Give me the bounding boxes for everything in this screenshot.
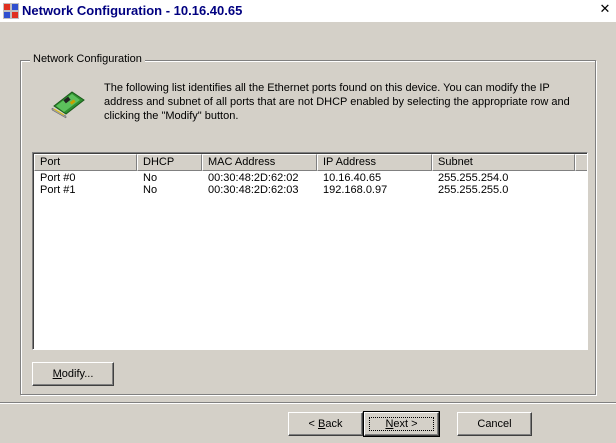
listview-header: Port DHCP MAC Address IP Address Subnet <box>34 154 587 171</box>
cell-subnet: 255.255.254.0 <box>438 172 509 184</box>
cell-dhcp: No <box>143 172 158 184</box>
cell-ip-address: 10.16.40.65 <box>323 172 382 184</box>
title-bar: Network Configuration - 10.16.40.65 ✕ <box>0 0 616 22</box>
cell-port: Port #0 <box>40 172 76 184</box>
network-config-icon <box>3 3 19 19</box>
description-text: The following list identifies all the Et… <box>104 82 570 122</box>
cell-mac-address: 00:30:48:2D:62:03 <box>208 184 299 196</box>
column-header-filler <box>575 154 587 171</box>
cell-port: Port #1 <box>40 184 76 196</box>
modify-label: odify... <box>61 368 94 380</box>
close-button[interactable]: ✕ <box>598 3 612 17</box>
modify-mnemonic: M <box>52 368 62 380</box>
column-header-dhcp[interactable]: DHCP <box>137 154 202 171</box>
back-button[interactable]: < Back <box>288 412 363 436</box>
column-header-ip-address[interactable]: IP Address <box>317 154 432 171</box>
next-button[interactable]: Next > <box>363 411 440 437</box>
ports-listview[interactable]: Port DHCP MAC Address IP Address Subnet … <box>32 152 588 350</box>
network-card-icon <box>51 91 85 119</box>
column-header-mac-address[interactable]: MAC Address <box>202 154 317 171</box>
cell-mac-address: 00:30:48:2D:62:02 <box>208 172 299 184</box>
group-legend: Network Configuration <box>30 53 145 65</box>
column-header-subnet[interactable]: Subnet <box>432 154 575 171</box>
back-prefix: < <box>308 418 318 430</box>
footer-separator <box>0 402 616 404</box>
next-focus-rect <box>369 417 434 431</box>
cell-ip-address: 192.168.0.97 <box>323 184 388 196</box>
cancel-button[interactable]: Cancel <box>457 412 532 436</box>
back-label: ack <box>325 418 343 430</box>
window-title: Network Configuration - 10.16.40.65 <box>22 3 243 18</box>
dialog-window: Network Configuration - 10.16.40.65 ✕ Ne… <box>0 0 616 443</box>
modify-button[interactable]: Modify... <box>32 362 114 386</box>
table-row[interactable]: Port #0 No 00:30:48:2D:62:02 10.16.40.65… <box>34 172 587 184</box>
cell-subnet: 255.255.255.0 <box>438 184 509 196</box>
table-row[interactable]: Port #1 No 00:30:48:2D:62:03 192.168.0.9… <box>34 184 587 196</box>
cell-dhcp: No <box>143 184 158 196</box>
column-header-port[interactable]: Port <box>34 154 137 171</box>
